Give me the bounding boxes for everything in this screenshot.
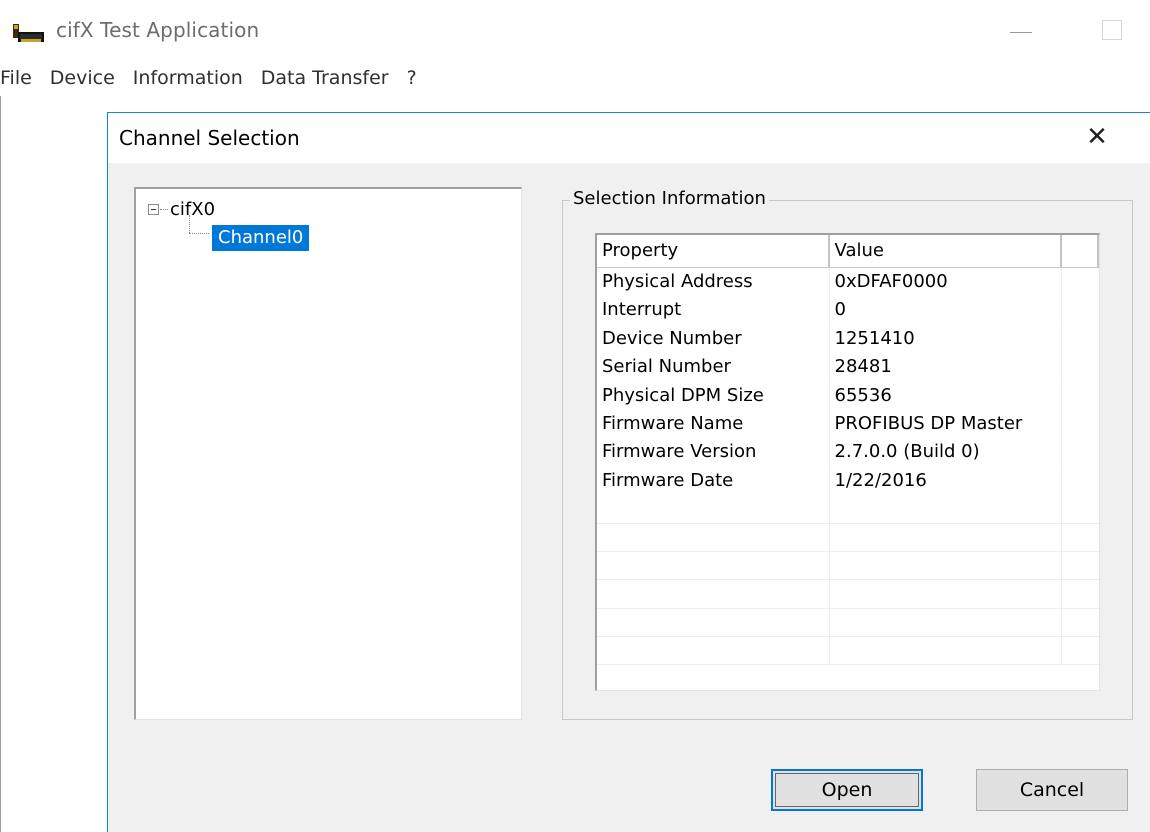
app-titlebar: cifX Test Application (0, 0, 1150, 60)
property-list[interactable]: Property Value Physical Address 0xDFAF000… (595, 233, 1100, 691)
empty-cell (597, 523, 830, 552)
empty-cell (1062, 524, 1099, 552)
table-row[interactable]: Device Number 1251410 (597, 324, 1099, 353)
column-header-value[interactable]: Value (830, 235, 1063, 267)
empty-cell (1062, 296, 1099, 324)
empty-table-row (597, 495, 1099, 524)
selection-information-group: Selection Information Property Value Phy… (562, 188, 1133, 720)
tree-node-cifx0[interactable]: cifX0 (148, 199, 215, 220)
menu-data-transfer[interactable]: Data Transfer (252, 60, 398, 96)
value-cell: 0xDFAF0000 (830, 268, 1063, 296)
empty-cell (1062, 552, 1099, 580)
empty-cell (597, 608, 830, 637)
column-header-empty[interactable] (1062, 235, 1099, 267)
empty-cell (597, 495, 830, 524)
collapse-icon[interactable] (148, 204, 159, 215)
tree-connector-horizontal (189, 233, 209, 234)
empty-cell (830, 523, 1063, 552)
value-cell: 28481 (830, 353, 1063, 382)
channel-tree[interactable]: cifX0 Channel0 (134, 187, 522, 720)
tree-connector (160, 209, 168, 210)
list-header: Property Value (597, 235, 1099, 268)
maximize-button[interactable] (1102, 20, 1122, 40)
empty-cell (1062, 495, 1099, 523)
empty-cell (1062, 467, 1099, 495)
group-label: Selection Information (570, 188, 769, 209)
value-cell: 0 (830, 296, 1063, 325)
app-title: cifX Test Application (56, 18, 260, 42)
open-button[interactable]: Open (771, 769, 923, 811)
empty-table-row (597, 580, 1099, 609)
property-cell: Physical DPM Size (597, 381, 830, 410)
property-cell: Serial Number (597, 353, 830, 382)
empty-cell (1062, 410, 1099, 438)
empty-cell (830, 551, 1063, 580)
empty-table-row (597, 551, 1099, 581)
dialog-title: Channel Selection (119, 126, 300, 150)
menu-file[interactable]: File (0, 60, 41, 96)
list-body: Physical Address 0xDFAF0000 Interrupt 0 Devi… (597, 268, 1099, 666)
empty-cell (830, 608, 1063, 637)
property-cell: Firmware Version (597, 438, 830, 467)
empty-cell (1062, 325, 1099, 353)
table-row[interactable]: Serial Number 28481 (597, 353, 1099, 382)
close-icon[interactable]: ✕ (1084, 124, 1110, 150)
empty-cell (830, 580, 1063, 609)
property-cell: Interrupt (597, 296, 830, 325)
menu-information[interactable]: Information (124, 60, 252, 96)
property-cell: Device Number (597, 324, 830, 353)
table-row[interactable]: Firmware Name PROFIBUS DP Master (597, 409, 1099, 438)
empty-cell (597, 551, 830, 580)
empty-table-row (597, 608, 1099, 638)
value-cell: 1/22/2016 (830, 466, 1063, 495)
tree-node-label[interactable]: cifX0 (170, 199, 215, 220)
minimize-button[interactable] (1010, 26, 1032, 34)
table-row[interactable]: Firmware Date 1/22/2016 (597, 466, 1099, 495)
empty-cell (1062, 382, 1099, 410)
empty-cell (830, 637, 1063, 666)
empty-cell (1062, 438, 1099, 466)
empty-cell (830, 495, 1063, 524)
value-cell: 65536 (830, 381, 1063, 410)
value-cell: PROFIBUS DP Master (830, 409, 1063, 438)
table-row[interactable]: Physical DPM Size 65536 (597, 381, 1099, 410)
dialog-titlebar: Channel Selection ✕ (108, 113, 1150, 163)
menubar: File Device Information Data Transfer ? (0, 60, 1150, 96)
cifx-app-icon (13, 24, 44, 42)
table-row[interactable]: Interrupt 0 (597, 296, 1099, 325)
property-cell: Physical Address (597, 268, 830, 296)
column-header-property[interactable]: Property (597, 235, 830, 267)
empty-cell (1062, 609, 1099, 637)
property-cell: Firmware Date (597, 466, 830, 495)
empty-cell (1062, 353, 1099, 381)
value-cell: 1251410 (830, 324, 1063, 353)
table-row[interactable]: Firmware Version 2.7.0.0 (Build 0) (597, 438, 1099, 467)
table-row[interactable]: Physical Address 0xDFAF0000 (597, 268, 1099, 296)
app-window: cifX Test Application File Device Inform… (0, 0, 1150, 832)
property-cell: Firmware Name (597, 409, 830, 438)
menu-device[interactable]: Device (41, 60, 124, 96)
empty-cell (597, 637, 830, 666)
empty-cell (1062, 580, 1099, 608)
empty-cell (1062, 637, 1099, 665)
channel-selection-dialog: Channel Selection ✕ cifX0 Channel0 Selec… (107, 112, 1150, 832)
tree-connector-vertical (189, 215, 190, 233)
empty-cell (597, 580, 830, 609)
empty-table-row (597, 523, 1099, 552)
tree-node-channel0[interactable]: Channel0 (212, 225, 310, 251)
menu-help[interactable]: ? (398, 60, 426, 96)
empty-cell (1062, 268, 1099, 296)
empty-table-row (597, 637, 1099, 666)
value-cell: 2.7.0.0 (Build 0) (830, 438, 1063, 467)
cancel-button[interactable]: Cancel (976, 769, 1128, 811)
